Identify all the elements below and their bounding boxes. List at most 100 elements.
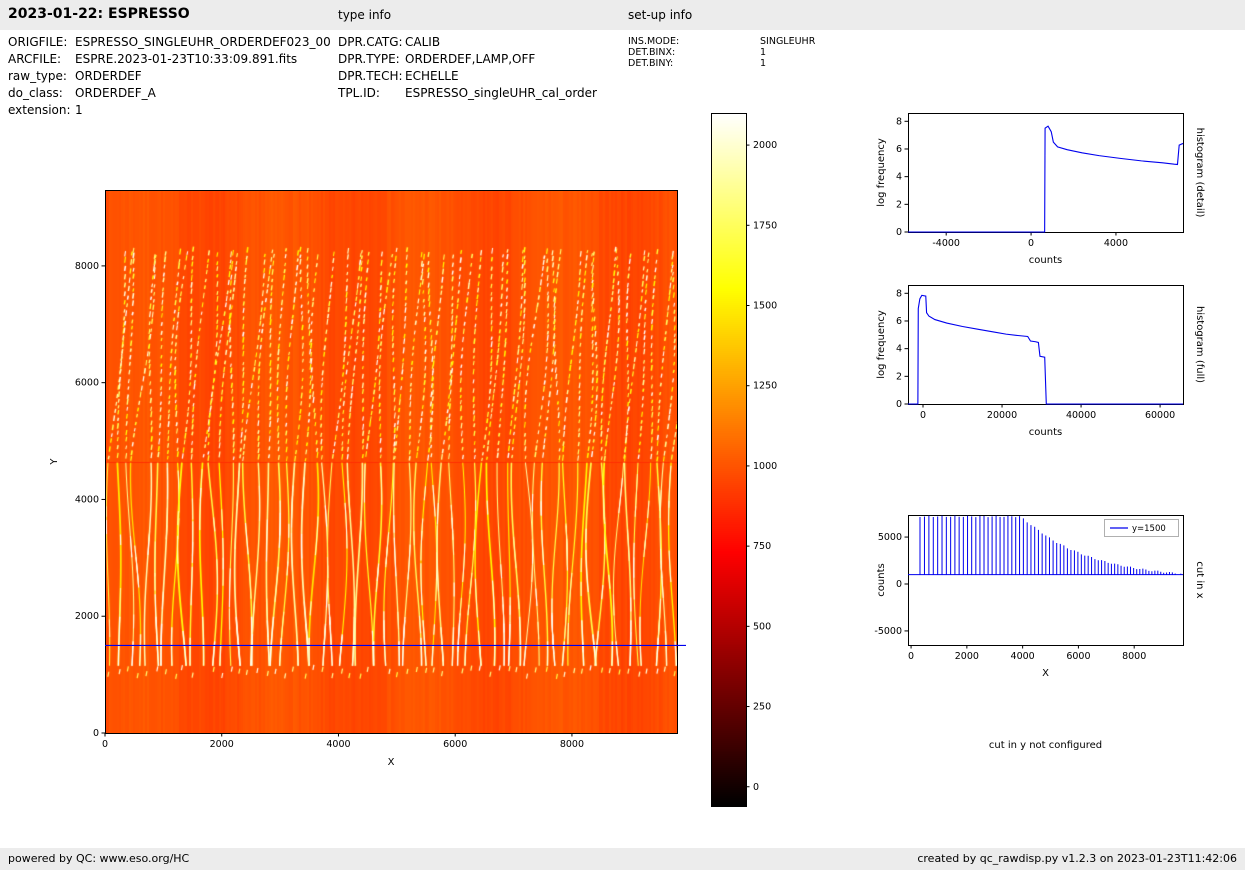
svg-text:1500: 1500 — [753, 301, 777, 312]
histogram_detail-axes: -4000 0 4000 0 2 4 6 8 counts log frequency histog… — [876, 113, 1205, 266]
svg-text:0: 0 — [920, 410, 926, 421]
header-bar: 2023-01-22: ESPRESSO type info set-up in… — [0, 0, 1245, 30]
type-info-row: TPL.ID: ESPRESSO_singleUHR_cal_order — [338, 86, 628, 101]
raw-image-canvas — [105, 190, 677, 733]
svg-text:750: 750 — [753, 541, 771, 552]
svg-text:0: 0 — [896, 399, 902, 410]
file-info-value: ORDERDEF_A — [75, 86, 156, 100]
svg-text:0: 0 — [1028, 238, 1034, 249]
setup-info-label: INS.MODE: — [628, 36, 680, 47]
histogram_full-axes: 0 20000 40000 60000 0 2 4 6 8 counts log frequency… — [876, 285, 1205, 438]
svg-text:histogram (full): histogram (full) — [1194, 306, 1205, 383]
svg-text:0: 0 — [908, 651, 914, 662]
svg-text:0: 0 — [753, 782, 759, 793]
type-info-value: ESPRESSO_singleUHR_cal_order — [405, 86, 597, 100]
svg-text:0: 0 — [93, 728, 99, 739]
svg-text:counts: counts — [1029, 427, 1062, 438]
svg-text:8: 8 — [896, 116, 902, 127]
svg-text:60000: 60000 — [1145, 410, 1175, 421]
file-info-label: do_class: — [8, 86, 63, 100]
type-info-label: DPR.TYPE: — [338, 52, 400, 66]
type-info-label: DPR.TECH: — [338, 69, 403, 83]
type-info-value: CALIB — [405, 35, 441, 49]
qc-report-page: 2023-01-22: ESPRESSO type info set-up in… — [0, 0, 1245, 870]
svg-text:counts: counts — [876, 563, 887, 596]
svg-text:4: 4 — [896, 344, 902, 355]
svg-text:X: X — [388, 757, 395, 768]
type-info-label: DPR.CATG: — [338, 35, 403, 49]
type-info-row: DPR.TECH: ECHELLE — [338, 69, 628, 84]
setup-info-value: 1 — [760, 58, 767, 69]
file-info-label: ORIGFILE: — [8, 35, 68, 49]
svg-text:2: 2 — [896, 371, 902, 382]
file-info-value: ORDERDEF — [75, 69, 142, 83]
svg-text:8: 8 — [896, 288, 902, 299]
type-info-row: DPR.TYPE: ORDERDEF,LAMP,OFF — [338, 52, 628, 67]
svg-text:4000: 4000 — [75, 494, 99, 505]
setup-info-label: DET.BINY: — [628, 58, 674, 69]
svg-text:X: X — [1042, 668, 1049, 679]
svg-text:cut in x: cut in x — [1194, 561, 1205, 598]
cut_in_x-axes: 0 2000 4000 6000 8000 -5000 0 5000 Xcounts cut in… — [874, 515, 1205, 679]
type-info-label: TPL.ID: — [338, 86, 380, 100]
file-info-value: ESPRE.2023-01-23T10:33:09.891.fits — [75, 52, 298, 66]
svg-text:2000: 2000 — [210, 739, 234, 750]
type-info-block: DPR.CATG: CALIB DPR.TYPE: ORDERDEF,LAMP,OFF… — [338, 35, 628, 125]
page-title: 2023-01-22: ESPRESSO — [8, 6, 190, 22]
histogram_full-curve — [908, 294, 1183, 405]
file-info-row: extension: 1 — [8, 103, 338, 118]
file-info-row: ORIGFILE: ESPRESSO_SINGLEUHR_ORDERDEF023_… — [8, 35, 338, 50]
file-info-row: raw_type: ORDERDEF — [8, 69, 338, 84]
svg-text:-4000: -4000 — [932, 238, 960, 249]
svg-text:2: 2 — [896, 199, 902, 210]
svg-text:2000: 2000 — [753, 140, 777, 151]
histogram_detail-curve — [908, 125, 1184, 233]
svg-text:6000: 6000 — [75, 378, 99, 389]
file-info-label: extension: — [8, 103, 71, 117]
cut-in-x-curve — [908, 515, 1183, 576]
svg-text:8000: 8000 — [75, 261, 99, 272]
type-info-row: DPR.CATG: CALIB — [338, 35, 628, 50]
setup-info-value: 1 — [760, 47, 767, 58]
svg-text:0: 0 — [102, 739, 108, 750]
file-info-value: 1 — [75, 103, 83, 117]
footer-bar: powered by QC: www.eso.org/HC created by… — [0, 848, 1245, 870]
colorbar-canvas — [711, 113, 746, 806]
cut-in-y-message: cut in y not configured — [988, 740, 1103, 751]
setup-info-block: INS.MODE: SINGLEUHR DET.BINX: 1 DET.BINY: 1 — [628, 36, 888, 92]
svg-text:-5000: -5000 — [874, 626, 902, 637]
svg-text:6000: 6000 — [1066, 651, 1090, 662]
svg-text:0: 0 — [896, 579, 902, 590]
setup-info-row: DET.BINY: 1 — [628, 58, 888, 73]
svg-text:0: 0 — [896, 227, 902, 238]
svg-text:4000: 4000 — [326, 739, 350, 750]
setup-info-value: SINGLEUHR — [760, 36, 816, 47]
svg-text:counts: counts — [1029, 255, 1062, 266]
svg-text:20000: 20000 — [987, 410, 1017, 421]
svg-text:4000: 4000 — [1104, 238, 1128, 249]
svg-text:2000: 2000 — [75, 611, 99, 622]
svg-text:6: 6 — [896, 316, 902, 327]
svg-text:6000: 6000 — [443, 739, 467, 750]
svg-text:log frequency: log frequency — [876, 138, 887, 207]
svg-text:1750: 1750 — [753, 220, 777, 231]
file-info-label: raw_type: — [8, 69, 67, 83]
svg-text:6: 6 — [896, 144, 902, 155]
cut-in-x-legend: y=1500 — [1104, 519, 1179, 537]
svg-text:5000: 5000 — [878, 532, 902, 543]
svg-text:y=1500: y=1500 — [1132, 524, 1166, 534]
svg-text:2000: 2000 — [955, 651, 979, 662]
setup-info-heading: set-up info — [628, 8, 693, 22]
svg-text:8000: 8000 — [1122, 651, 1146, 662]
footer-credit-left: powered by QC: www.eso.org/HC — [8, 852, 190, 865]
svg-text:4000: 4000 — [1011, 651, 1035, 662]
footer-credit-right: created by qc_rawdisp.py v1.2.3 on 2023-… — [917, 852, 1237, 865]
svg-text:8000: 8000 — [560, 739, 584, 750]
svg-text:1000: 1000 — [753, 461, 777, 472]
svg-text:Y: Y — [49, 458, 60, 466]
svg-text:250: 250 — [753, 702, 771, 713]
file-info-row: ARCFILE: ESPRE.2023-01-23T10:33:09.891.fi… — [8, 52, 338, 67]
svg-text:500: 500 — [753, 621, 771, 632]
type-info-value: ECHELLE — [405, 69, 459, 83]
file-info-block: ORIGFILE: ESPRESSO_SINGLEUHR_ORDERDEF023_… — [8, 35, 338, 125]
